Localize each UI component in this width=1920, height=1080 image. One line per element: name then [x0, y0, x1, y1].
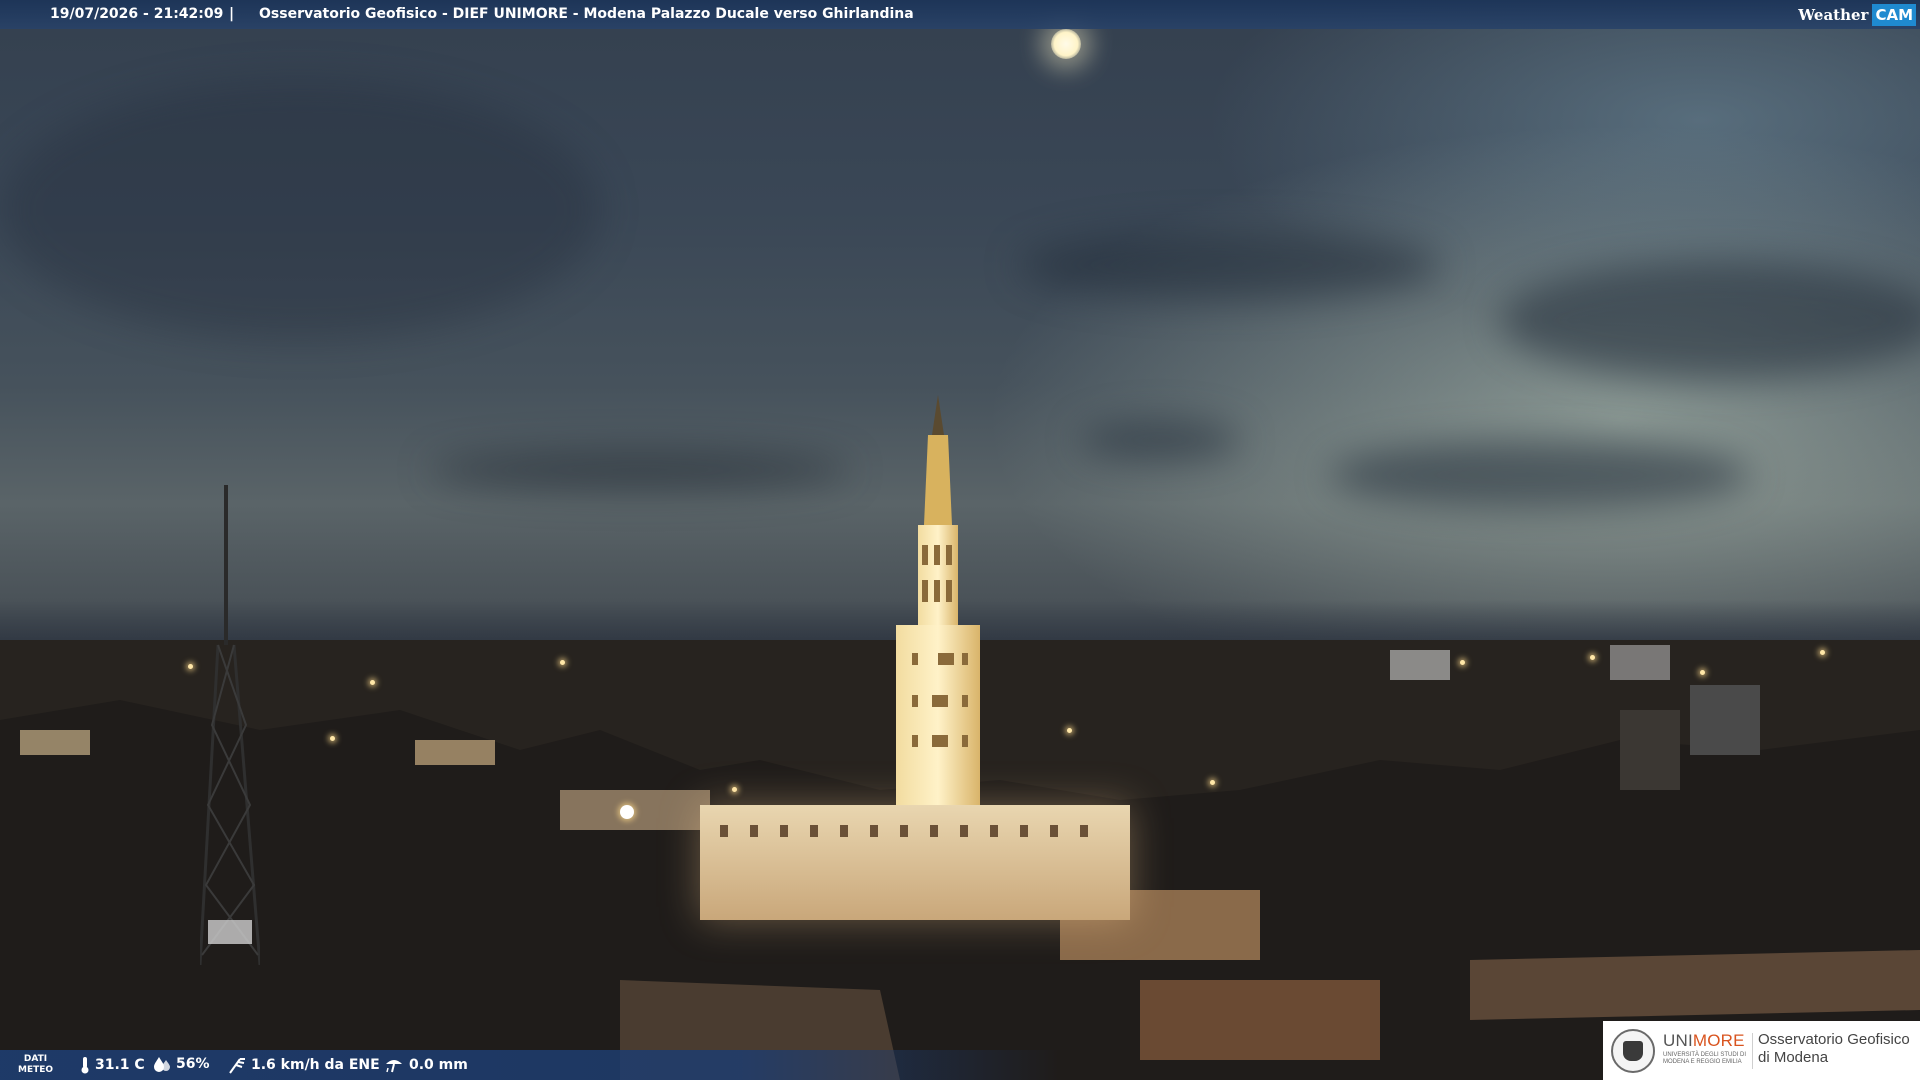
- webcam-image: [0, 0, 1920, 1080]
- moon: [1051, 29, 1081, 59]
- antenna-mast: [200, 485, 260, 965]
- rain-reading: 0.0 mm: [384, 1056, 468, 1074]
- observatory-name: Osservatorio Geofisico di Modena: [1758, 1031, 1918, 1067]
- thermometer-icon: [81, 1057, 89, 1074]
- humidity-drop-icon: [154, 1057, 170, 1072]
- meteo-label-line1: DATI: [23, 1054, 48, 1064]
- city-light: [1700, 670, 1705, 675]
- camera-header-bar: 19/07/2026 - 21:42:09 | Osservatorio Geo…: [0, 0, 1920, 29]
- cloud: [0, 80, 600, 340]
- cloud: [1020, 230, 1440, 300]
- palazzo-ducale: [700, 805, 1130, 920]
- university-seal-icon: [1611, 1029, 1655, 1073]
- clock-face: [620, 805, 634, 819]
- city-light: [732, 787, 737, 792]
- rain-icon: [386, 1060, 402, 1073]
- unimore-prefix: UNI: [1663, 1031, 1693, 1050]
- city-light: [188, 664, 193, 669]
- city-light: [1590, 655, 1595, 660]
- ghirlandina-tower: [896, 395, 980, 805]
- meteo-label-line2: METEO: [18, 1065, 54, 1075]
- camera-title: Osservatorio Geofisico - DIEF UNIMORE - …: [259, 6, 914, 22]
- observatory-name-line1: Osservatorio Geofisico: [1758, 1031, 1910, 1048]
- humidity-reading: 56%: [153, 1056, 210, 1072]
- city-light: [370, 680, 375, 685]
- rain-value: 0.0 mm: [409, 1057, 468, 1073]
- temperature-value: 31.1 C: [95, 1057, 145, 1073]
- logo-divider: [1752, 1033, 1753, 1069]
- cloud: [430, 450, 850, 490]
- humidity-value: 56%: [176, 1056, 210, 1072]
- wind-value: 1.6 km/h da ENE: [251, 1057, 380, 1073]
- city-light: [1067, 728, 1072, 733]
- weathercam-logo: Weather CAM: [1798, 0, 1920, 29]
- observatory-logo: UNIMORE UNIVERSITÀ DEGLI STUDI DI MODENA…: [1603, 1021, 1920, 1080]
- city-light: [1210, 780, 1215, 785]
- meteo-data-bar: DATI METEO 31.1 C 56% 1.6 km/h da ENE 0.…: [0, 1050, 1060, 1080]
- capture-datetime: 19/07/2026 - 21:42:09: [50, 6, 224, 22]
- city-light: [1820, 650, 1825, 655]
- city-light: [330, 736, 335, 741]
- city-light: [560, 660, 565, 665]
- temperature-reading: 31.1 C: [80, 1056, 145, 1074]
- cloud: [1500, 260, 1920, 380]
- wind-reading: 1.6 km/h da ENE: [226, 1056, 380, 1074]
- unimore-wordmark: UNIMORE: [1663, 1031, 1745, 1051]
- meteo-label: DATI METEO: [18, 1054, 53, 1076]
- cloud: [1080, 420, 1240, 460]
- unimore-subtitle: UNIVERSITÀ DEGLI STUDI DI MODENA E REGGI…: [1663, 1052, 1747, 1065]
- wind-icon: [229, 1058, 245, 1074]
- observatory-name-line2: di Modena: [1758, 1049, 1829, 1066]
- cloud: [1330, 440, 1750, 510]
- header-separator: |: [229, 6, 235, 22]
- brand-cam-text: CAM: [1872, 3, 1916, 26]
- unimore-suffix: MORE: [1692, 1031, 1745, 1050]
- brand-weather-text: Weather: [1798, 5, 1869, 24]
- city-light: [1460, 660, 1465, 665]
